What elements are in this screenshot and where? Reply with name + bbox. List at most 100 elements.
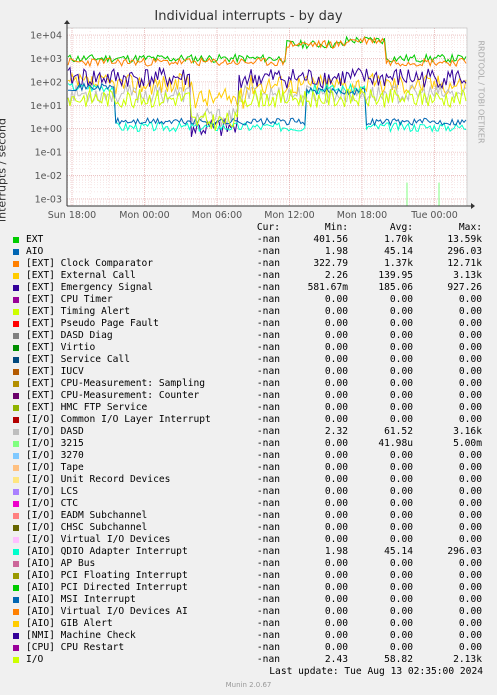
- legend-avg: 0.00: [389, 594, 413, 605]
- legend-min: 0.00: [324, 366, 348, 377]
- legend-swatch: [13, 513, 19, 519]
- legend-series-name: [CPU] CPU Restart: [26, 642, 125, 653]
- legend-avg: 0.00: [389, 582, 413, 593]
- legend-series-name: [EXT] Service Call: [26, 354, 130, 365]
- legend-swatch: [13, 573, 19, 579]
- legend-avg: 0.00: [389, 618, 413, 629]
- legend-swatch: [13, 657, 19, 663]
- legend-avg: 0.00: [389, 450, 413, 461]
- legend-row: [EXT] CPU-Measurement: Counter -nan 0.00 0.…: [0, 390, 497, 402]
- legend-max: 0.00: [458, 366, 482, 377]
- legend-cur: -nan: [256, 378, 280, 389]
- legend-min: 0.00: [324, 462, 348, 473]
- legend-swatch: [13, 369, 19, 375]
- legend-series-name: [I/O] Tape: [26, 462, 84, 473]
- y-tick-label: 1e-01: [35, 148, 62, 159]
- plot-area: 1e-03 1e-02 1e-01 1e+00 1e+01 1e+02 1e+03 1e+04…: [30, 20, 475, 221]
- legend-series-name: I/O: [26, 654, 44, 665]
- x-tick-label: Tue 00:00: [410, 210, 458, 221]
- legend-max: 0.00: [458, 414, 482, 425]
- legend-cur: -nan: [256, 270, 280, 281]
- legend-swatch: [13, 477, 19, 483]
- legend-cur: -nan: [256, 582, 280, 593]
- legend-min: 0.00: [324, 582, 348, 593]
- legend-row: [I/O] DASD -nan 2.32 61.52 3.16k: [0, 426, 497, 438]
- legend-min: 0.00: [324, 558, 348, 569]
- y-axis-arrow: [64, 20, 70, 24]
- legend-avg: 0.00: [389, 342, 413, 353]
- legend-max: 0.00: [458, 486, 482, 497]
- legend-avg: 0.00: [389, 534, 413, 545]
- legend-swatch: [13, 645, 19, 651]
- legend-avg: 139.95: [378, 270, 413, 281]
- legend-swatch: [13, 465, 19, 471]
- legend-swatch: [13, 321, 19, 327]
- legend-min: 0.00: [324, 390, 348, 401]
- y-tick-label: 1e+04: [30, 31, 62, 42]
- legend-series-name: EXT: [26, 234, 44, 245]
- legend-avg: 0.00: [389, 330, 413, 341]
- legend-row: [AIO] PCI Directed Interrupt -nan 0.00 0.00…: [0, 582, 497, 594]
- legend-cur: -nan: [256, 534, 280, 545]
- legend-series-name: [AIO] QDIO Adapter Interrupt: [26, 546, 188, 557]
- legend-avg: 0.00: [389, 402, 413, 413]
- x-tick-label: Mon 00:00: [119, 210, 169, 221]
- legend-swatch: [13, 489, 19, 495]
- legend-series-name: [EXT] Virtio: [26, 342, 96, 353]
- legend-min: 322.79: [313, 258, 348, 269]
- legend-min: 2.26: [324, 270, 348, 281]
- legend-series-name: [AIO] GIB Alert: [26, 618, 113, 629]
- legend-avg: 0.00: [389, 462, 413, 473]
- legend-swatch: [13, 561, 19, 567]
- legend-swatch: [13, 441, 19, 447]
- legend-row: EXT -nan 401.56 1.70k 13.59k: [0, 234, 497, 246]
- legend-swatch: [13, 261, 19, 267]
- legend-cur: -nan: [256, 258, 280, 269]
- legend-series-name: [I/O] DASD: [26, 426, 84, 437]
- legend-row: [NMI] Machine Check -nan 0.00 0.00 0.00: [0, 630, 497, 642]
- legend-swatch: [13, 501, 19, 507]
- legend-cur: -nan: [256, 606, 280, 617]
- legend-max: 13.59k: [447, 234, 482, 245]
- legend-series-name: [AIO] PCI Floating Interrupt: [26, 570, 188, 581]
- legend-min: 2.43: [324, 654, 348, 665]
- legend-swatch: [13, 633, 19, 639]
- legend-series-name: [I/O] Virtual I/O Devices: [26, 534, 171, 545]
- legend-min: 0.00: [324, 294, 348, 305]
- legend-cur: -nan: [256, 402, 280, 413]
- legend-max: 12.71k: [447, 258, 482, 269]
- legend-row: [I/O] Unit Record Devices -nan 0.00 0.00 0.0…: [0, 474, 497, 486]
- legend-swatch: [13, 537, 19, 543]
- legend-header: Cur: Min: Avg: Max:: [0, 222, 497, 234]
- legend-cur: -nan: [256, 618, 280, 629]
- legend-series-name: [EXT] IUCV: [26, 366, 84, 377]
- legend-series-name: [I/O] 3270: [26, 450, 84, 461]
- y-tick-label: 1e-02: [35, 171, 62, 182]
- legend-min: 0.00: [324, 318, 348, 329]
- legend-series-name: [AIO] AP Bus: [26, 558, 96, 569]
- legend-series-name: [I/O] CTC: [26, 498, 78, 509]
- legend-row: [EXT] Timing Alert -nan 0.00 0.00 0.00: [0, 306, 497, 318]
- legend-max: 0.00: [458, 582, 482, 593]
- legend-cur: -nan: [256, 570, 280, 581]
- legend-row: [EXT] CPU-Measurement: Sampling -nan 0.00 0…: [0, 378, 497, 390]
- legend-swatch: [13, 549, 19, 555]
- legend-max: 0.00: [458, 402, 482, 413]
- legend-series-name: [NMI] Machine Check: [26, 630, 136, 641]
- legend-swatch: [13, 237, 19, 243]
- legend-row: [AIO] PCI Floating Interrupt -nan 0.00 0.00…: [0, 570, 497, 582]
- legend-series-name: [EXT] Emergency Signal: [26, 282, 154, 293]
- legend-series-name: [AIO] PCI Directed Interrupt: [26, 582, 188, 593]
- legend-swatch: [13, 585, 19, 591]
- legend-series-name: [EXT] CPU-Measurement: Counter: [26, 390, 200, 401]
- legend-cur: -nan: [256, 318, 280, 329]
- legend-min: 0.00: [324, 306, 348, 317]
- x-tick-label: Mon 12:00: [264, 210, 314, 221]
- legend-series-name: [EXT] External Call: [26, 270, 136, 281]
- legend-max: 3.13k: [453, 270, 482, 281]
- legend-row: [EXT] Pseudo Page Fault -nan 0.00 0.00 0.00: [0, 318, 497, 330]
- legend-swatch: [13, 345, 19, 351]
- legend-min: 0.00: [324, 618, 348, 629]
- legend-avg: 45.14: [384, 246, 413, 257]
- legend-swatch: [13, 453, 19, 459]
